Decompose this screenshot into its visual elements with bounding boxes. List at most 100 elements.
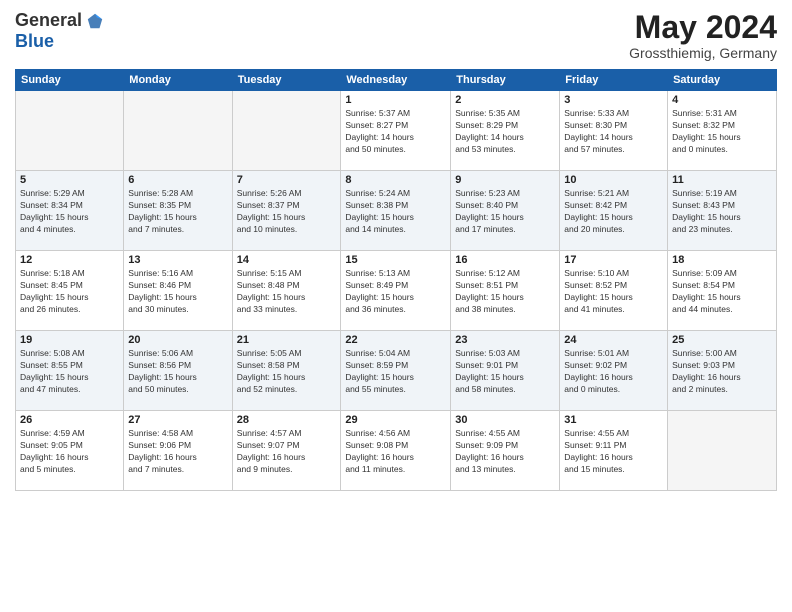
header: General Blue May 2024 Grossthiemig, Germ… <box>15 10 777 61</box>
calendar-cell: 26 Sunrise: 4:59 AM Sunset: 9:05 PM Dayli… <box>16 411 124 491</box>
day-info: Sunrise: 5:24 AM Sunset: 8:38 PM Dayligh… <box>345 188 446 236</box>
calendar-cell: 18Sunrise: 5:09 AM Sunset: 8:54 PM Dayli… <box>668 251 777 331</box>
calendar-cell: 14 Sunrise: 5:15 AM Sunset: 8:48 PM Dayli… <box>232 251 341 331</box>
day-info: Sunrise: 5:37 AM Sunset: 8:27 PM Dayligh… <box>345 108 446 156</box>
day-info: Sunrise: 4:57 AM Sunset: 9:07 PM Dayligh… <box>237 428 337 476</box>
logo-text: General <box>15 10 104 31</box>
day-number: 16 <box>455 254 555 266</box>
day-info: Sunrise: 5:28 AM Sunset: 8:35 PM Dayligh… <box>128 188 227 236</box>
day-number: 31 <box>564 414 663 426</box>
weekday-header-row: Sunday Monday Tuesday Wednesday Thursday… <box>16 70 777 91</box>
day-info: Sunrise: 5:08 AM Sunset: 8:55 PM Dayligh… <box>20 348 119 396</box>
calendar-cell: 16 Sunrise: 5:12 AM Sunset: 8:51 PM Dayli… <box>451 251 560 331</box>
calendar-cell: 7Sunrise: 5:26 AM Sunset: 8:37 PM Daylig… <box>232 171 341 251</box>
day-number: 8 <box>345 174 446 186</box>
day-number: 28 <box>237 414 337 426</box>
day-info: Sunrise: 5:06 AM Sunset: 8:56 PM Dayligh… <box>128 348 227 396</box>
calendar-row-2: 5Sunrise: 5:29 AM Sunset: 8:34 PM Daylig… <box>16 171 777 251</box>
logo-blue: Blue <box>15 31 54 52</box>
calendar-cell: 21 Sunrise: 5:05 AM Sunset: 8:58 PM Dayli… <box>232 331 341 411</box>
day-info: Sunrise: 5:05 AM Sunset: 8:58 PM Dayligh… <box>237 348 337 396</box>
day-info: Sunrise: 4:55 AM Sunset: 9:11 PM Dayligh… <box>564 428 663 476</box>
day-number: 22 <box>345 334 446 346</box>
day-info: Sunrise: 5:09 AM Sunset: 8:54 PM Dayligh… <box>672 268 772 316</box>
day-info: Sunrise: 4:56 AM Sunset: 9:08 PM Dayligh… <box>345 428 446 476</box>
calendar-cell <box>232 91 341 171</box>
day-number: 20 <box>128 334 227 346</box>
day-number: 27 <box>128 414 227 426</box>
day-number: 24 <box>564 334 663 346</box>
calendar-cell: 31 Sunrise: 4:55 AM Sunset: 9:11 PM Dayli… <box>560 411 668 491</box>
calendar-row-1: 1 Sunrise: 5:37 AM Sunset: 8:27 PM Daylig… <box>16 91 777 171</box>
day-info: Sunrise: 4:58 AM Sunset: 9:06 PM Dayligh… <box>128 428 227 476</box>
header-sunday: Sunday <box>16 70 124 91</box>
calendar-cell: 12 Sunrise: 5:18 AM Sunset: 8:45 PM Dayli… <box>16 251 124 331</box>
calendar-cell: 11 Sunrise: 5:19 AM Sunset: 8:43 PM Dayli… <box>668 171 777 251</box>
calendar-cell: 24 Sunrise: 5:01 AM Sunset: 9:02 PM Dayli… <box>560 331 668 411</box>
day-info: Sunrise: 5:31 AM Sunset: 8:32 PM Dayligh… <box>672 108 772 156</box>
calendar-cell: 17 Sunrise: 5:10 AM Sunset: 8:52 PM Dayli… <box>560 251 668 331</box>
day-number: 11 <box>672 174 772 186</box>
day-number: 3 <box>564 94 663 106</box>
calendar-cell: 15Sunrise: 5:13 AM Sunset: 8:49 PM Dayli… <box>341 251 451 331</box>
day-info: Sunrise: 5:35 AM Sunset: 8:29 PM Dayligh… <box>455 108 555 156</box>
day-info: Sunrise: 5:23 AM Sunset: 8:40 PM Dayligh… <box>455 188 555 236</box>
header-thursday: Thursday <box>451 70 560 91</box>
day-number: 2 <box>455 94 555 106</box>
day-number: 7 <box>237 174 337 186</box>
logo-icon <box>86 12 104 30</box>
day-info: Sunrise: 5:01 AM Sunset: 9:02 PM Dayligh… <box>564 348 663 396</box>
day-info: Sunrise: 5:15 AM Sunset: 8:48 PM Dayligh… <box>237 268 337 316</box>
calendar-cell: 30 Sunrise: 4:55 AM Sunset: 9:09 PM Dayli… <box>451 411 560 491</box>
calendar-cell: 19Sunrise: 5:08 AM Sunset: 8:55 PM Dayli… <box>16 331 124 411</box>
calendar-cell: 3 Sunrise: 5:33 AM Sunset: 8:30 PM Daylig… <box>560 91 668 171</box>
day-info: Sunrise: 5:21 AM Sunset: 8:42 PM Dayligh… <box>564 188 663 236</box>
day-info: Sunrise: 5:12 AM Sunset: 8:51 PM Dayligh… <box>455 268 555 316</box>
calendar-cell: 22Sunrise: 5:04 AM Sunset: 8:59 PM Dayli… <box>341 331 451 411</box>
day-number: 30 <box>455 414 555 426</box>
day-info: Sunrise: 5:18 AM Sunset: 8:45 PM Dayligh… <box>20 268 119 316</box>
day-number: 13 <box>128 254 227 266</box>
day-info: Sunrise: 5:03 AM Sunset: 9:01 PM Dayligh… <box>455 348 555 396</box>
logo: General Blue <box>15 10 104 52</box>
day-number: 12 <box>20 254 119 266</box>
location: Grossthiemig, Germany <box>629 45 777 61</box>
day-number: 23 <box>455 334 555 346</box>
calendar-table: Sunday Monday Tuesday Wednesday Thursday… <box>15 69 777 491</box>
day-info: Sunrise: 4:55 AM Sunset: 9:09 PM Dayligh… <box>455 428 555 476</box>
calendar-cell: 13Sunrise: 5:16 AM Sunset: 8:46 PM Dayli… <box>124 251 232 331</box>
calendar-row-3: 12 Sunrise: 5:18 AM Sunset: 8:45 PM Dayli… <box>16 251 777 331</box>
calendar-cell: 8 Sunrise: 5:24 AM Sunset: 8:38 PM Daylig… <box>341 171 451 251</box>
day-info: Sunrise: 4:59 AM Sunset: 9:05 PM Dayligh… <box>20 428 119 476</box>
calendar-cell: 10Sunrise: 5:21 AM Sunset: 8:42 PM Dayli… <box>560 171 668 251</box>
day-number: 6 <box>128 174 227 186</box>
month-title: May 2024 <box>629 10 777 45</box>
header-monday: Monday <box>124 70 232 91</box>
day-info: Sunrise: 5:33 AM Sunset: 8:30 PM Dayligh… <box>564 108 663 156</box>
day-number: 21 <box>237 334 337 346</box>
page: General Blue May 2024 Grossthiemig, Germ… <box>0 0 792 612</box>
calendar-row-5: 26 Sunrise: 4:59 AM Sunset: 9:05 PM Dayli… <box>16 411 777 491</box>
day-number: 26 <box>20 414 119 426</box>
calendar-cell <box>124 91 232 171</box>
calendar-cell: 5Sunrise: 5:29 AM Sunset: 8:34 PM Daylig… <box>16 171 124 251</box>
day-number: 4 <box>672 94 772 106</box>
calendar-cell: 2 Sunrise: 5:35 AM Sunset: 8:29 PM Daylig… <box>451 91 560 171</box>
day-number: 14 <box>237 254 337 266</box>
day-info: Sunrise: 5:10 AM Sunset: 8:52 PM Dayligh… <box>564 268 663 316</box>
calendar-cell: 6 Sunrise: 5:28 AM Sunset: 8:35 PM Daylig… <box>124 171 232 251</box>
calendar-cell: 28 Sunrise: 4:57 AM Sunset: 9:07 PM Dayli… <box>232 411 341 491</box>
day-info: Sunrise: 5:00 AM Sunset: 9:03 PM Dayligh… <box>672 348 772 396</box>
day-number: 9 <box>455 174 555 186</box>
title-block: May 2024 Grossthiemig, Germany <box>629 10 777 61</box>
day-number: 17 <box>564 254 663 266</box>
calendar-cell: 27 Sunrise: 4:58 AM Sunset: 9:06 PM Dayli… <box>124 411 232 491</box>
day-info: Sunrise: 5:19 AM Sunset: 8:43 PM Dayligh… <box>672 188 772 236</box>
header-wednesday: Wednesday <box>341 70 451 91</box>
day-number: 5 <box>20 174 119 186</box>
logo-general: General <box>15 10 82 31</box>
day-number: 1 <box>345 94 446 106</box>
day-number: 25 <box>672 334 772 346</box>
header-friday: Friday <box>560 70 668 91</box>
day-number: 15 <box>345 254 446 266</box>
